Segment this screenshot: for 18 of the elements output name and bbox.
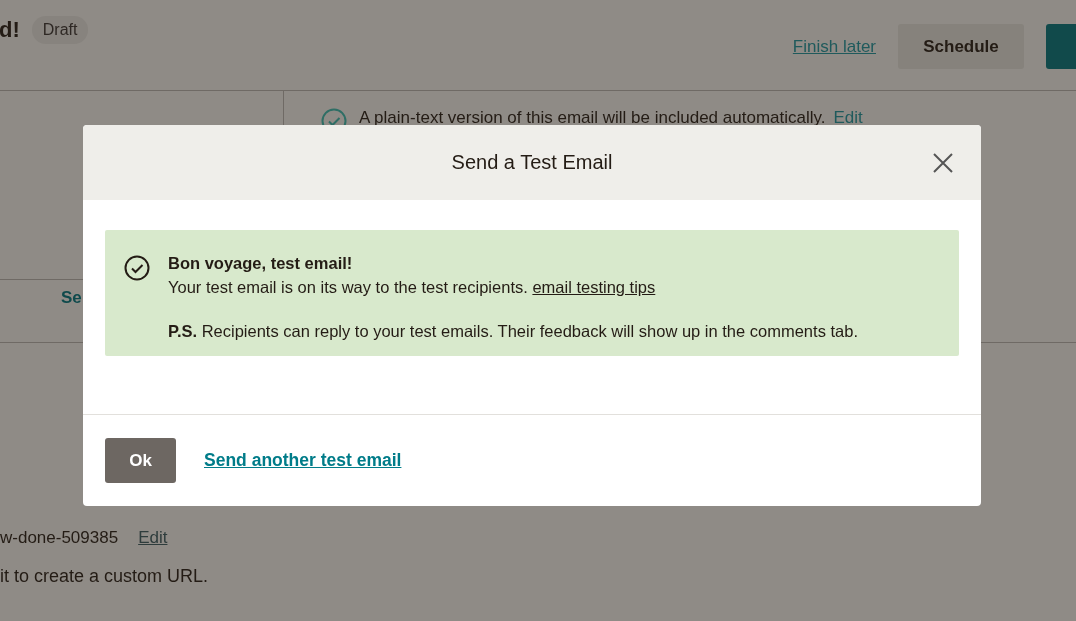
alert-message: Your test email is on its way to the test recipients. (168, 278, 528, 296)
send-another-link[interactable]: Send another test email (204, 450, 402, 471)
campaign-title: d! (0, 17, 20, 43)
ok-button[interactable]: Ok (105, 438, 176, 483)
schedule-button[interactable]: Schedule (898, 24, 1024, 69)
dialog-title: Send a Test Email (451, 151, 613, 174)
finish-later-link[interactable]: Finish later (792, 36, 876, 57)
testing-tips-link[interactable]: email testing tips (532, 278, 656, 296)
plain-text-notice: A plain-text version of this email will be included automatically. (359, 108, 826, 128)
check-circle-icon (124, 255, 150, 281)
alert-note: P.S. Recipients can reply to your test emails. Their feedback will show up in the comments tab. (168, 321, 858, 342)
url-slug: w-done-509385 (0, 528, 119, 548)
url-hint: it to create a custom URL. (0, 566, 210, 587)
status-badge: Draft (31, 16, 89, 44)
edit-url-link[interactable]: Edit (138, 528, 168, 548)
edit-link[interactable]: Edit (833, 108, 863, 128)
alert-heading: Bon voyage, test email! (168, 253, 354, 274)
close-button[interactable] (931, 151, 955, 175)
